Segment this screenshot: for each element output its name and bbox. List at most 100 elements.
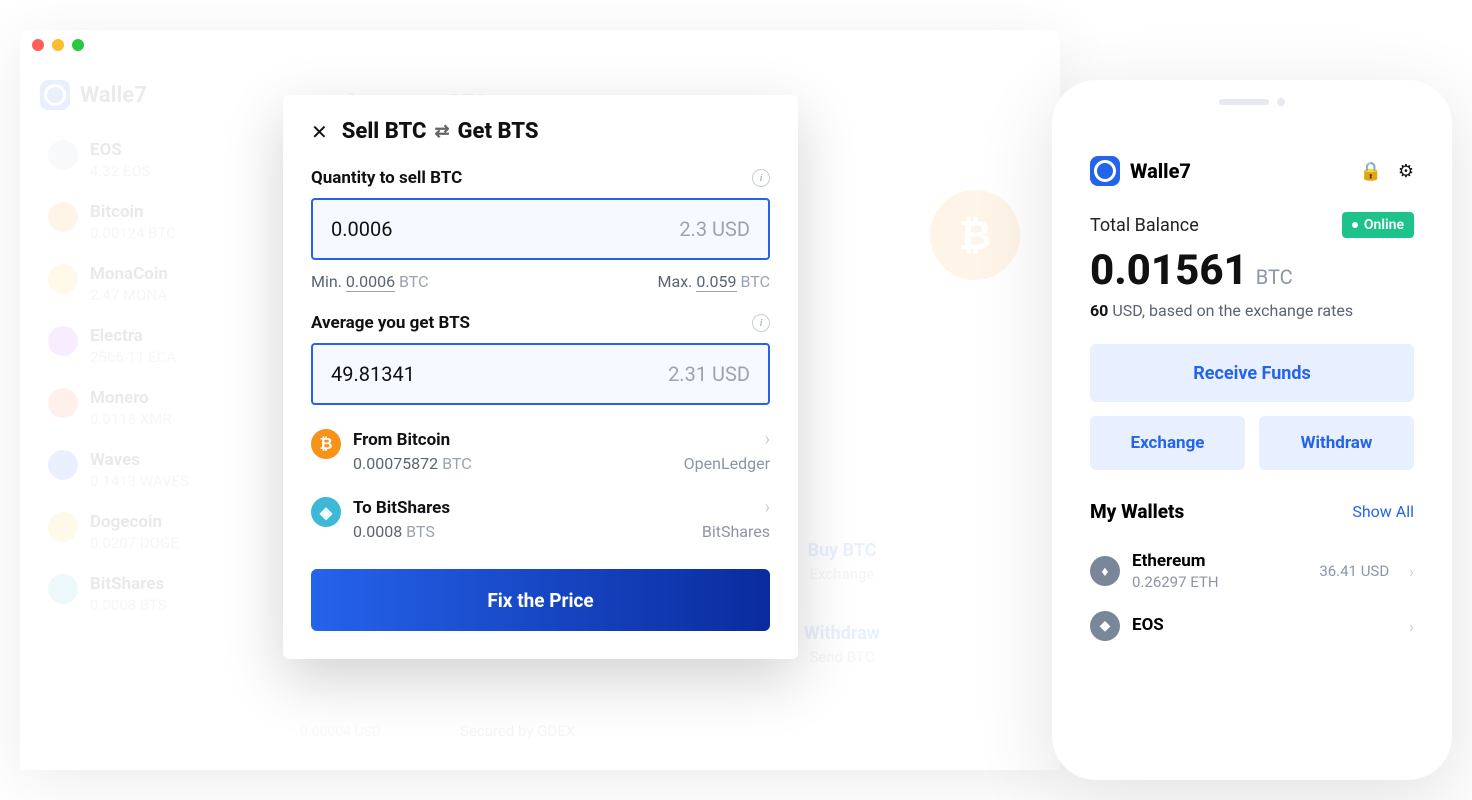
qty-input[interactable]: 0.0006 2.3 USD — [311, 198, 770, 260]
avg-label-row: Average you get BTS i — [311, 313, 770, 333]
bitshares-icon: ◈ — [311, 497, 341, 527]
from-row[interactable]: ₿ From Bitcoin› 0.00075872 BTCOpenLedger — [311, 417, 770, 485]
phone-notch — [1219, 98, 1285, 106]
coin-name: Electra — [90, 326, 176, 346]
coin-icon — [48, 388, 78, 418]
withdraw-action[interactable]: Withdraw Send BTC — [804, 623, 880, 666]
to-row[interactable]: ◈ To BitShares› 0.0008 BTSBitShares — [311, 485, 770, 553]
qty-usd: 2.3 USD — [679, 217, 750, 241]
to-exchange: BitShares — [702, 522, 770, 541]
coin-icon — [48, 574, 78, 604]
wallet-name: EOS — [1132, 615, 1377, 635]
bitcoin-logo-icon: ₿ — [930, 190, 1020, 280]
phone-screen: Walle7 🔒 ⚙ Total Balance Online 0.01561 … — [1070, 136, 1434, 762]
wallets-header: My Wallets Show All — [1090, 500, 1414, 523]
chevron-right-icon: › — [1409, 562, 1414, 581]
lock-icon[interactable]: 🔒 — [1359, 161, 1381, 182]
tiny-usd: 0.00004 USD — [300, 724, 381, 740]
total-row: Total Balance Online — [1090, 212, 1414, 238]
window-close-icon[interactable] — [32, 39, 44, 51]
window-zoom-icon[interactable] — [72, 39, 84, 51]
coin-icon — [48, 140, 78, 170]
coin-balance: 0.0207 DOGE — [90, 534, 179, 552]
avg-value: 49.81341 — [331, 362, 415, 386]
total-balance: 0.01561 BTC — [1090, 246, 1414, 295]
coin-name: Dogecoin — [90, 512, 179, 532]
phone-header: Walle7 🔒 ⚙ — [1090, 156, 1414, 186]
button-row: Exchange Withdraw — [1090, 416, 1414, 470]
brand-logo-icon — [40, 80, 70, 110]
withdraw-title: Withdraw — [804, 623, 880, 644]
receive-funds-button[interactable]: Receive Funds — [1090, 344, 1414, 402]
wallet-item[interactable]: ♦Ethereum0.26297 ETH36.41 USD› — [1090, 541, 1414, 601]
secured-label: Secured by GDEX — [460, 722, 575, 740]
info-icon[interactable]: i — [752, 169, 770, 187]
coin-icon — [48, 264, 78, 294]
info-icon[interactable]: i — [752, 314, 770, 332]
wallet-usd: 36.41 USD — [1319, 562, 1389, 580]
total-label: Total Balance — [1090, 215, 1199, 236]
title-get: Get BTS — [458, 119, 539, 144]
coin-icon — [48, 326, 78, 356]
window-minimize-icon[interactable] — [52, 39, 64, 51]
modal-title: Sell BTC ⇄ Get BTS — [342, 119, 539, 144]
bitcoin-icon: ₿ — [311, 429, 341, 459]
coin-icon — [48, 512, 78, 542]
coin-icon — [48, 450, 78, 480]
sell-modal: ✕ Sell BTC ⇄ Get BTS Quantity to sell BT… — [283, 95, 798, 659]
coin-name: BitShares — [90, 574, 167, 594]
coin-icon — [48, 202, 78, 232]
qty-value: 0.0006 — [331, 217, 392, 241]
chevron-right-icon: › — [765, 497, 770, 518]
show-all-link[interactable]: Show All — [1352, 502, 1414, 521]
balance-sub: 60 USD, based on the exchange rates — [1090, 301, 1414, 320]
withdraw-button[interactable]: Withdraw — [1259, 416, 1414, 470]
max-group[interactable]: Max. 0.059 BTC — [658, 272, 770, 291]
wallets-title: My Wallets — [1090, 500, 1184, 523]
wallet-balance: 0.26297 ETH — [1132, 573, 1307, 591]
from-exchange: OpenLedger — [684, 454, 770, 473]
qty-label-row: Quantity to sell BTC i — [311, 168, 770, 188]
buy-action[interactable]: Buy BTC Exchange — [804, 540, 880, 583]
avg-usd: 2.31 USD — [668, 362, 750, 386]
withdraw-sub: Send BTC — [804, 648, 880, 666]
avg-input[interactable]: 49.81341 2.31 USD — [311, 343, 770, 405]
wallet-icon: ◆ — [1090, 611, 1120, 641]
coin-name: Monero — [90, 388, 172, 408]
chevron-right-icon: › — [1409, 617, 1414, 636]
modal-header: ✕ Sell BTC ⇄ Get BTS — [311, 119, 770, 144]
wallet-item[interactable]: ◆ EOS › — [1090, 601, 1414, 651]
to-title: To BitShares — [353, 498, 450, 518]
from-title: From Bitcoin — [353, 430, 450, 450]
coin-balance: 2.47 MONA — [90, 286, 168, 304]
brand-text: Walle7 — [80, 83, 147, 108]
balance-unit: BTC — [1256, 265, 1293, 289]
phone-brand: Walle7 — [1130, 159, 1349, 183]
online-badge: Online — [1342, 212, 1414, 238]
titlebar — [20, 30, 1060, 60]
coin-balance: 0.0008 BTS — [90, 596, 167, 614]
gear-icon[interactable]: ⚙ — [1398, 161, 1414, 182]
brand-logo-icon — [1090, 156, 1120, 186]
min-group[interactable]: Min. 0.0006 BTC — [311, 272, 429, 291]
wallet-list: ♦Ethereum0.26297 ETH36.41 USD›◆EOS › — [1090, 541, 1414, 651]
phone-frame: Walle7 🔒 ⚙ Total Balance Online 0.01561 … — [1052, 80, 1452, 780]
minmax-row: Min. 0.0006 BTC Max. 0.059 BTC — [311, 272, 770, 291]
chevron-right-icon: › — [765, 429, 770, 450]
coin-name: EOS — [90, 140, 151, 160]
exchange-button[interactable]: Exchange — [1090, 416, 1245, 470]
qty-label: Quantity to sell BTC — [311, 168, 462, 188]
coin-balance: 4.32 EOS — [90, 162, 151, 180]
wallet-name: Ethereum — [1132, 551, 1307, 571]
balance-value: 0.01561 — [1090, 246, 1248, 295]
avg-label: Average you get BTS — [311, 313, 470, 333]
close-icon[interactable]: ✕ — [311, 120, 328, 144]
desktop-actions: Buy BTC Exchange Withdraw Send BTC — [804, 540, 880, 666]
buy-sub: Exchange — [804, 565, 880, 583]
coin-balance: 0.0118 XMR — [90, 410, 172, 428]
coin-name: Waves — [90, 450, 189, 470]
buy-title: Buy BTC — [804, 540, 880, 561]
coin-balance: 2566.11 ECA — [90, 348, 176, 366]
coin-balance: 0.00124 BTC — [90, 224, 176, 242]
fix-price-button[interactable]: Fix the Price — [311, 569, 770, 631]
